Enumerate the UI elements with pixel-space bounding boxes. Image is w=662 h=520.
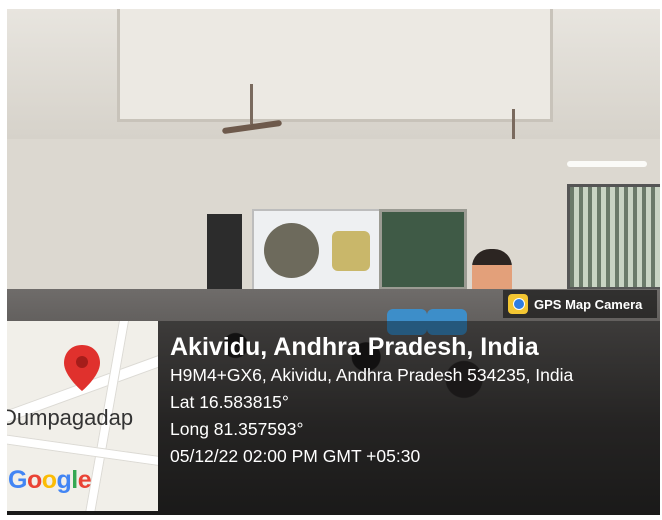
map-place-label: Dumpagadap bbox=[7, 405, 134, 430]
datetime: 05/12/22 02:00 PM GMT +05:30 bbox=[170, 446, 421, 466]
map-pin-icon bbox=[64, 345, 100, 391]
projected-logo bbox=[264, 223, 319, 278]
projection-screen bbox=[252, 209, 381, 293]
latitude: Lat 16.583815° bbox=[170, 392, 289, 412]
gps-map-camera-badge: GPS Map Camera bbox=[503, 290, 657, 318]
map-road bbox=[7, 433, 158, 469]
window bbox=[567, 184, 660, 290]
photo-frame: GPS Map Camera Dumpagadap Google Akividu… bbox=[0, 0, 662, 520]
map-thumbnail: Dumpagadap Google bbox=[7, 321, 158, 511]
chalkboard bbox=[379, 209, 467, 290]
google-logo: Google bbox=[8, 466, 92, 494]
location-info: Akividu, Andhra Pradesh, India H9M4+GX6,… bbox=[170, 332, 573, 470]
fan-rod bbox=[250, 84, 253, 124]
location-title: Akividu, Andhra Pradesh, India bbox=[170, 333, 539, 361]
badge-label: GPS Map Camera bbox=[534, 296, 643, 312]
longitude: Long 81.357593° bbox=[170, 419, 304, 439]
location-address: H9M4+GX6, Akividu, Andhra Pradesh 534235… bbox=[170, 365, 574, 385]
projected-image bbox=[332, 231, 370, 271]
tube-light bbox=[567, 161, 647, 167]
gps-camera-icon bbox=[508, 294, 528, 314]
ceiling-beam bbox=[117, 9, 553, 122]
